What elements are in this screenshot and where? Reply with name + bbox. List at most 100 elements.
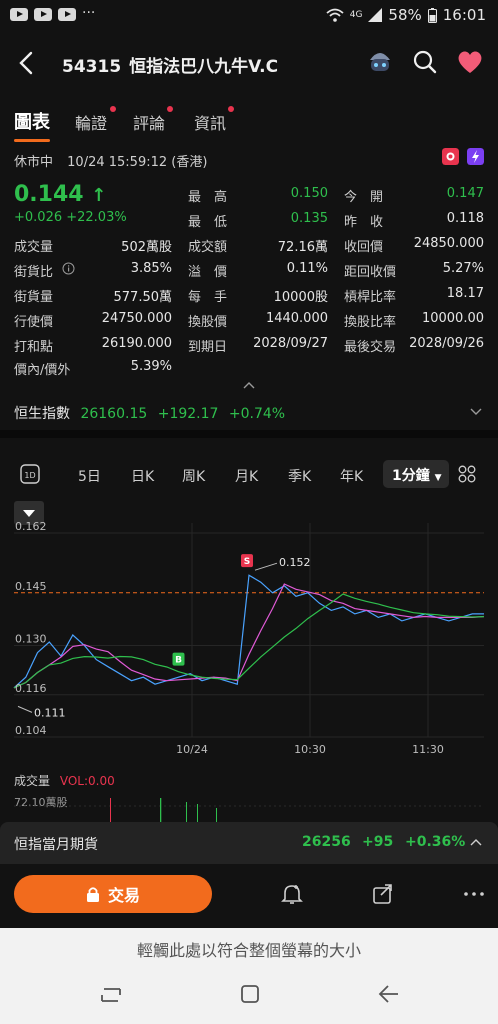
low-annotation: 0.111 bbox=[34, 706, 66, 719]
market-time: 10/24 15:59:12 (香港) bbox=[67, 155, 208, 170]
volume-bar bbox=[216, 808, 217, 822]
stat-lasttrade-label: 最後交易 bbox=[344, 340, 397, 355]
period-weekly[interactable]: 周K bbox=[182, 466, 205, 486]
buy-marker-label: B bbox=[175, 656, 182, 666]
stat-outstanding: 3.85% bbox=[130, 261, 172, 276]
clock: 16:01 bbox=[442, 6, 486, 24]
price-chart[interactable]: 0.162 0.145 0.130 0.116 0.104 10/24 10:30 11:30… bbox=[0, 495, 498, 765]
stat-ratio: 10000.00 bbox=[421, 311, 484, 326]
ma-line-long bbox=[13, 593, 485, 689]
tab-news-dot bbox=[228, 106, 234, 112]
trade-label: 交易 bbox=[107, 886, 140, 905]
period-monthly[interactable]: 月K bbox=[235, 466, 258, 486]
futures-ticker[interactable]: 恒指當月期貨 26256 +95 +0.36% bbox=[0, 822, 498, 864]
section-divider bbox=[0, 430, 498, 438]
robot-assistant-icon[interactable] bbox=[366, 48, 394, 76]
collapse-up-icon[interactable] bbox=[243, 381, 255, 389]
fit-screen-banner[interactable]: 輕觸此處以符合整個螢幕的大小 bbox=[0, 928, 498, 966]
more-notifications-icon: ··· bbox=[82, 5, 96, 21]
stat-strike-label: 行使價 bbox=[14, 315, 54, 330]
svg-text:1D: 1D bbox=[24, 471, 35, 480]
grid-layout-icon[interactable] bbox=[458, 465, 476, 483]
period-1min-dropdown[interactable]: 1分鐘 ▼ bbox=[383, 460, 449, 488]
wifi-icon bbox=[326, 8, 344, 22]
back-arrow-icon[interactable] bbox=[14, 50, 40, 76]
info-icon[interactable] bbox=[62, 262, 75, 275]
search-icon[interactable] bbox=[412, 49, 438, 75]
period-selected-label: 1分鐘 bbox=[392, 468, 430, 484]
stat-premium: 0.11% bbox=[286, 261, 328, 276]
stat-turnover-label: 成交額 bbox=[188, 240, 228, 255]
tab-bar: 圖表 輪證 評論 資訊 bbox=[0, 106, 498, 142]
period-quarterly[interactable]: 季K bbox=[288, 466, 311, 486]
price-line bbox=[13, 574, 484, 689]
stat-high-label: 最 高 bbox=[188, 190, 228, 205]
volume-bar bbox=[110, 798, 111, 822]
more-options-icon[interactable] bbox=[464, 892, 484, 896]
tab-comments[interactable]: 評論 bbox=[133, 110, 165, 134]
favorite-heart-icon[interactable] bbox=[456, 49, 484, 75]
index-pct: +0.74% bbox=[228, 406, 286, 422]
trade-button[interactable]: 交易 bbox=[14, 875, 212, 913]
youtube-notification-icon bbox=[34, 8, 52, 21]
tab-news[interactable]: 資訊 bbox=[194, 110, 226, 134]
period-selector: 1D 5日 日K 周K 月K 季K 年K 1分鐘 ▼ bbox=[0, 460, 498, 490]
y-tick-label: 0.104 bbox=[15, 724, 47, 737]
index-value: 26160.15 bbox=[80, 406, 148, 422]
low-annotation-pointer bbox=[17, 705, 33, 713]
expand-up-icon[interactable] bbox=[470, 838, 482, 846]
stat-expiry-label: 到期日 bbox=[188, 340, 228, 355]
price-alert-bell-icon[interactable] bbox=[281, 883, 303, 905]
stat-outqty-label: 街貨量 bbox=[14, 290, 54, 305]
stat-tocall-label: 距回收價 bbox=[344, 265, 397, 280]
lightning-icon bbox=[467, 148, 484, 165]
stat-expiry: 2028/09/27 bbox=[253, 336, 328, 351]
volume-header: 成交量 VOL:0.00 bbox=[14, 772, 115, 789]
hong-kong-flag-icon bbox=[442, 148, 459, 165]
stat-open: 0.147 bbox=[446, 186, 484, 201]
period-5d[interactable]: 5日 bbox=[78, 466, 101, 486]
app-header: 54315 恒指法巴八九牛V.C bbox=[0, 40, 498, 88]
period-yearly[interactable]: 年K bbox=[340, 466, 363, 486]
signal-icon bbox=[368, 8, 383, 22]
stat-lot-label: 每 手 bbox=[188, 290, 228, 305]
battery-icon bbox=[427, 7, 437, 23]
futures-name: 恒指當月期貨 bbox=[14, 837, 98, 853]
stock-code: 54315 bbox=[62, 57, 122, 77]
dropdown-caret-icon: ▼ bbox=[434, 473, 442, 483]
action-bar: 交易 bbox=[0, 864, 498, 926]
volume-value: VOL:0.00 bbox=[59, 774, 115, 788]
index-change: +192.17 bbox=[157, 406, 219, 422]
stat-ratio-label: 換股比率 bbox=[344, 315, 397, 330]
index-quote[interactable]: 恒生指數 26160.15 +192.17 +0.74% bbox=[14, 403, 285, 423]
stat-lot: 10000股 bbox=[273, 290, 328, 305]
tab-warrants[interactable]: 輪證 bbox=[75, 110, 107, 134]
tab-comments-dot bbox=[167, 106, 173, 112]
expand-down-icon[interactable] bbox=[470, 408, 482, 416]
market-state: 休市中 bbox=[14, 155, 54, 170]
stat-prevclose: 0.118 bbox=[446, 211, 484, 226]
stat-moneyness: 5.39% bbox=[130, 359, 172, 374]
y-tick-label: 0.145 bbox=[15, 580, 47, 593]
share-icon[interactable] bbox=[372, 883, 394, 905]
stat-callprice: 24850.000 bbox=[413, 236, 484, 251]
stat-volume: 502萬股 bbox=[121, 240, 172, 255]
back-nav-icon[interactable] bbox=[378, 984, 400, 1004]
x-tick-label: 10/24 bbox=[176, 743, 208, 756]
stat-outstanding-label: 街貨比 bbox=[14, 265, 54, 280]
sell-marker-label: S bbox=[244, 557, 250, 567]
stat-high: 0.150 bbox=[290, 186, 328, 201]
home-icon[interactable] bbox=[240, 984, 260, 1004]
stat-turnover: 72.16萬 bbox=[277, 240, 328, 255]
volume-bar bbox=[197, 804, 198, 822]
stat-conv-label: 換股價 bbox=[188, 315, 228, 330]
stat-lasttrade: 2028/09/26 bbox=[409, 336, 484, 351]
period-daily[interactable]: 日K bbox=[131, 466, 154, 486]
tab-chart[interactable]: 圖表 bbox=[14, 108, 50, 142]
stat-breakeven: 26190.000 bbox=[101, 336, 172, 351]
one-day-icon[interactable]: 1D bbox=[20, 464, 40, 484]
page-title: 54315 恒指法巴八九牛V.C bbox=[62, 52, 278, 77]
stat-outqty: 577.50萬 bbox=[113, 290, 173, 305]
futures-pct: +0.36% bbox=[405, 834, 466, 850]
recent-apps-icon[interactable] bbox=[100, 986, 122, 1004]
